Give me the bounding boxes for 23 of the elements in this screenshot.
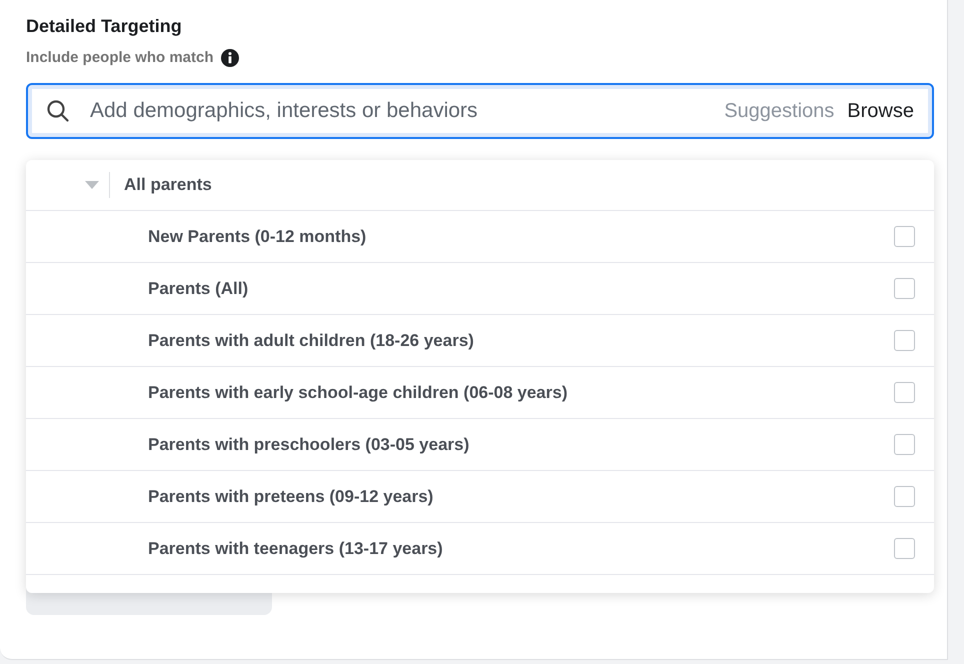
category-option[interactable]: Parents with adult children (18-26 years) xyxy=(148,328,894,354)
option-checkbox[interactable] xyxy=(894,382,915,403)
option-checkbox[interactable] xyxy=(894,330,915,351)
section-subtitle: Include people who match xyxy=(26,48,214,68)
caret-icon[interactable] xyxy=(84,180,100,190)
search-field[interactable]: Add demographics, interests or behaviors Suggestions Browse xyxy=(26,82,934,138)
category-option[interactable]: Parents with preteens (09-12 years) xyxy=(148,484,894,510)
section-title: Detailed Targeting xyxy=(26,15,183,38)
category-option[interactable]: Parents with teenagers (13-17 years) xyxy=(148,536,894,562)
category-option[interactable]: Parents with preschoolers (03-05 years) xyxy=(148,432,894,458)
category-header[interactable]: All parents xyxy=(26,160,934,211)
option-checkbox[interactable] xyxy=(894,226,915,247)
category-label: All parents xyxy=(124,174,212,196)
option-checkbox[interactable] xyxy=(894,486,915,507)
category-option[interactable]: Parents (All) xyxy=(148,276,894,302)
option-checkbox[interactable] xyxy=(894,538,915,559)
search-mode-tab[interactable]: Browse xyxy=(847,96,914,126)
search-icon xyxy=(46,98,70,122)
option-checkbox[interactable] xyxy=(894,278,915,299)
option-checkbox[interactable] xyxy=(894,434,915,455)
category-option[interactable]: New Parents (0-12 months) xyxy=(148,224,894,250)
info-icon[interactable] xyxy=(220,48,240,68)
category-option[interactable]: Parents with early school-age children (06-08 years) xyxy=(148,380,894,406)
